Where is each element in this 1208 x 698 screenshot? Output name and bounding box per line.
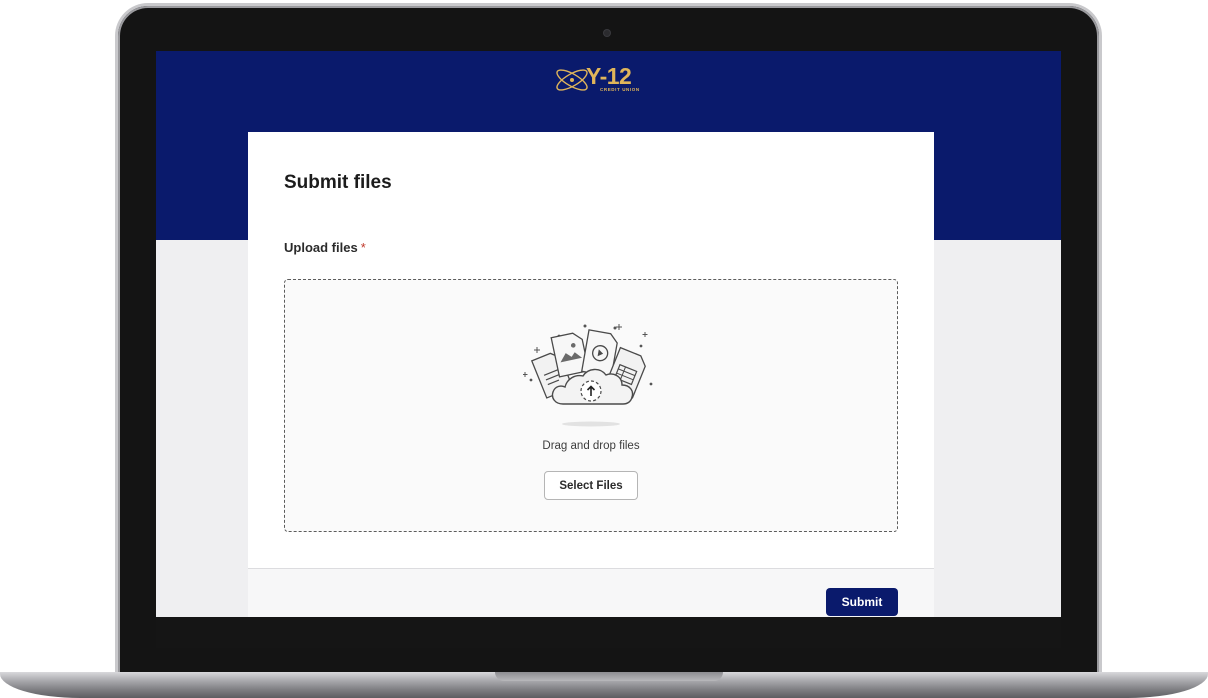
file-dropzone[interactable]: Drag and drop files Select Files bbox=[284, 279, 898, 532]
webcam-icon bbox=[604, 30, 610, 36]
laptop-hinge-notch bbox=[495, 672, 723, 681]
dropzone-instruction: Drag and drop files bbox=[542, 440, 640, 452]
upload-files-label-text: Upload files bbox=[284, 240, 358, 255]
logo-wordmark: Y-12 bbox=[586, 63, 632, 89]
required-marker: * bbox=[360, 240, 366, 255]
submit-files-card: Submit files Upload files * Drag and dro… bbox=[248, 132, 934, 617]
cloud-upload-files-icon bbox=[523, 324, 653, 427]
upload-files-label: Upload files * bbox=[284, 240, 366, 255]
screen-bezel-bottom bbox=[156, 617, 1061, 648]
form-footer: Submit bbox=[248, 568, 934, 617]
browser-viewport: Y-12 CREDIT UNION Submit files Upload fi… bbox=[156, 51, 1061, 617]
y12-logo: Y-12 CREDIT UNION bbox=[552, 62, 664, 98]
select-files-button[interactable]: Select Files bbox=[544, 471, 638, 500]
submit-button[interactable]: Submit bbox=[826, 588, 898, 616]
page-title: Submit files bbox=[284, 172, 392, 193]
logo-subtext: CREDIT UNION bbox=[600, 87, 640, 92]
